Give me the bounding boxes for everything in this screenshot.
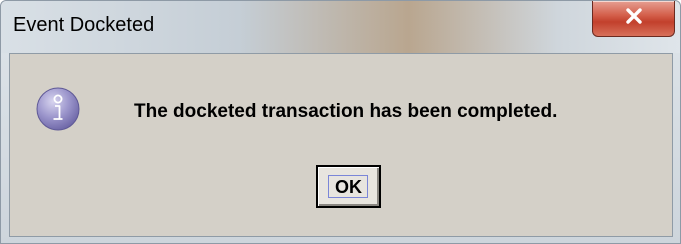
dialog-window: Event Docketed The docketed transaction … xyxy=(0,0,681,244)
dialog-message: The docketed transaction has been comple… xyxy=(134,101,558,122)
close-button[interactable] xyxy=(592,1,675,37)
dialog-body: The docketed transaction has been comple… xyxy=(9,53,673,237)
title-bar[interactable]: Event Docketed xyxy=(1,1,680,53)
close-icon xyxy=(626,8,642,24)
info-icon xyxy=(36,87,80,131)
window-title: Event Docketed xyxy=(13,14,155,36)
ok-button[interactable]: OK xyxy=(316,165,381,208)
ok-button-label: OK xyxy=(335,177,362,197)
